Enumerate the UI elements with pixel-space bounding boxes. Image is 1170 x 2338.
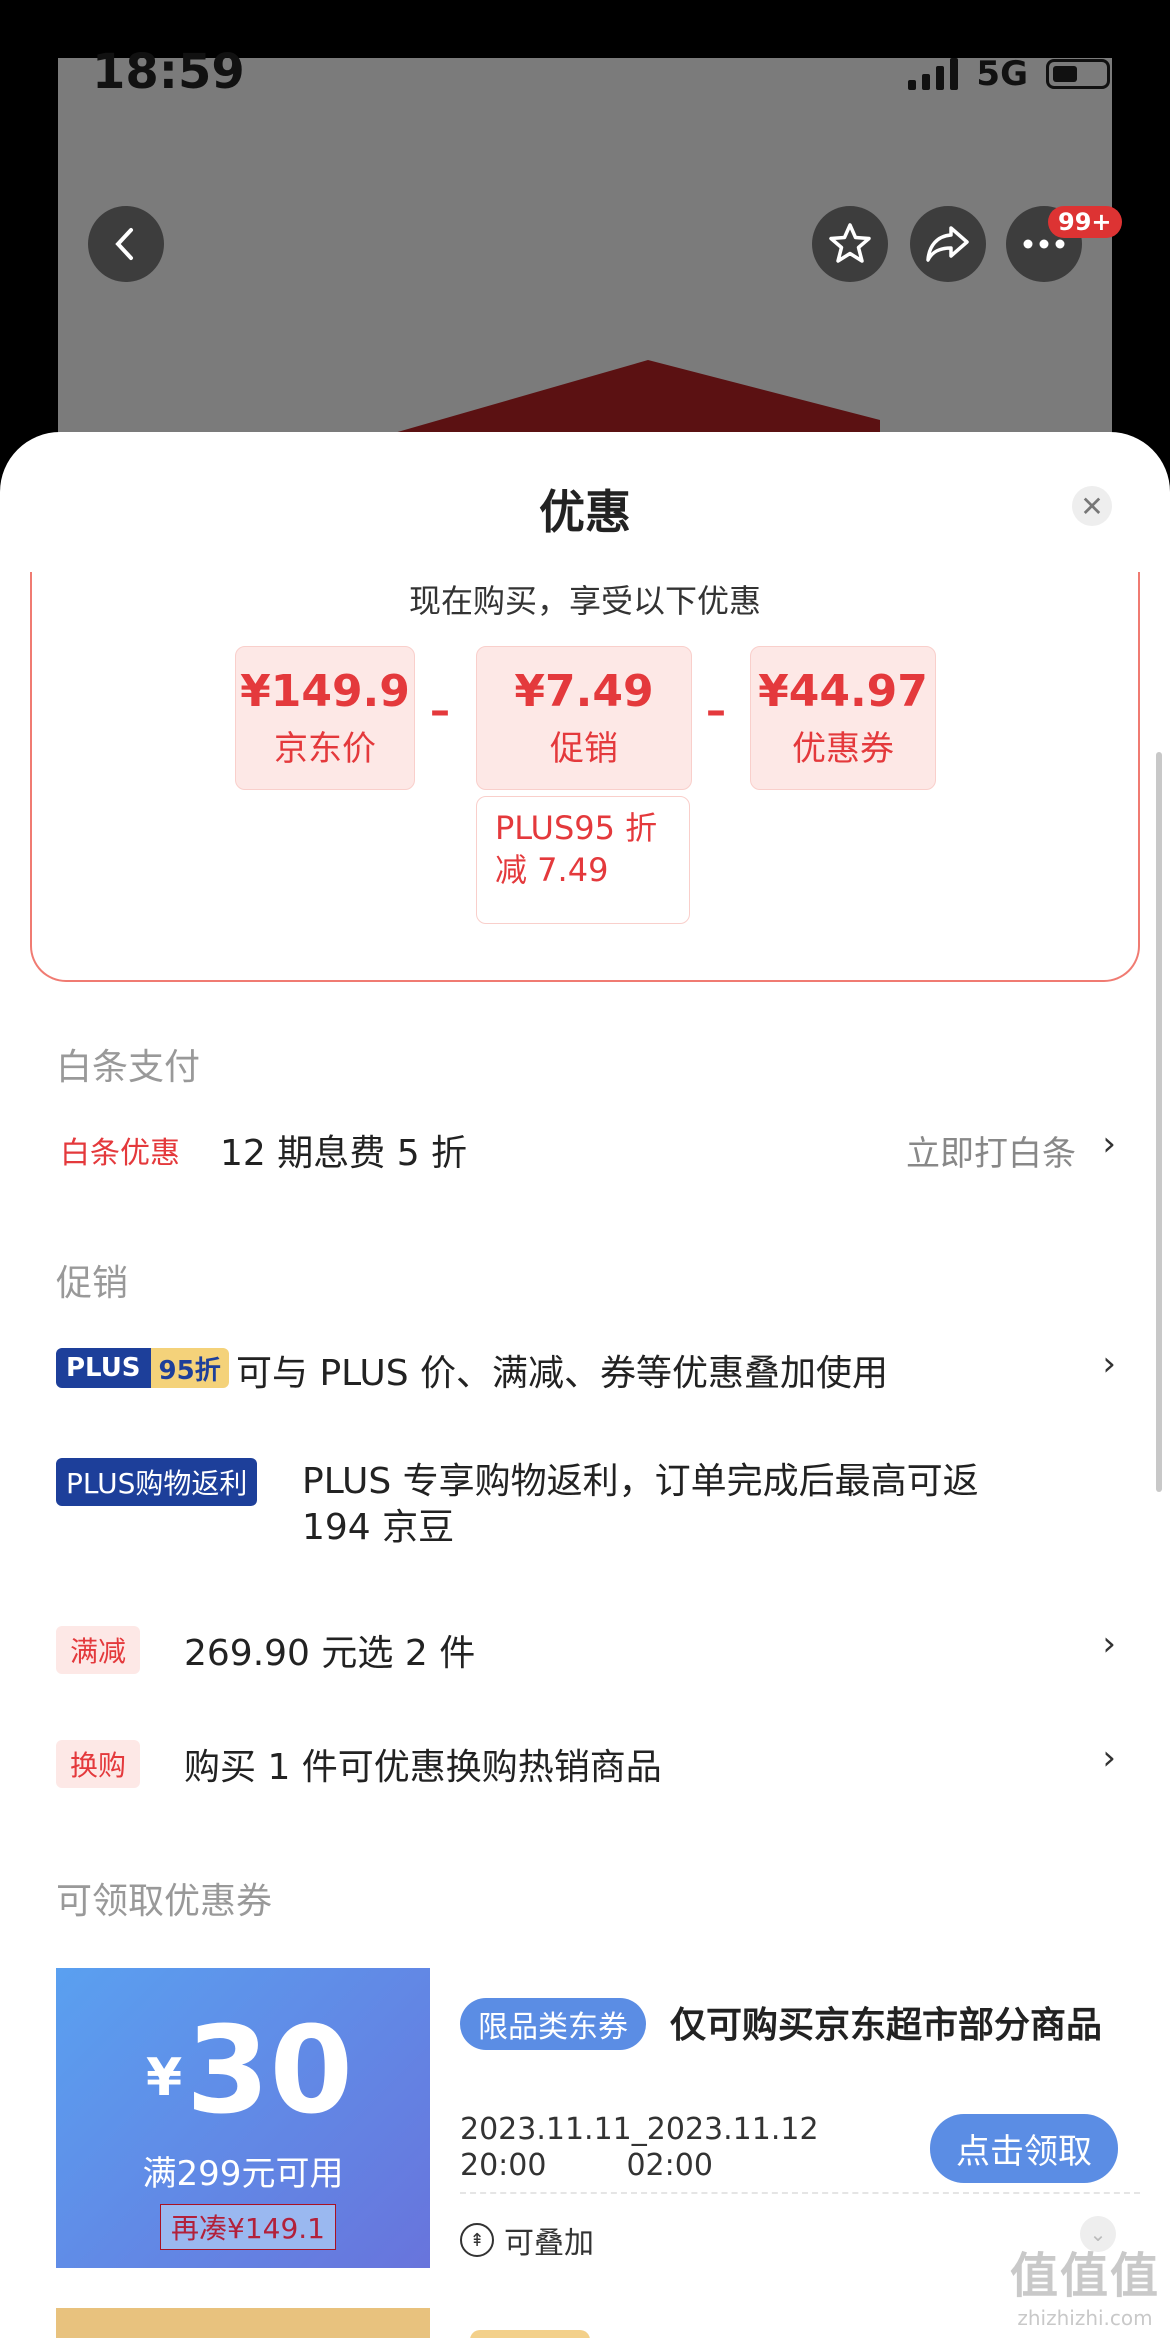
- battery-icon: [1046, 59, 1110, 89]
- chevron-right-icon: ›: [1102, 1124, 1116, 1164]
- promo-row-exchange[interactable]: 换购 购买 1 件可优惠换购热销商品 ›: [56, 1736, 1116, 1796]
- network-type: 5G: [976, 54, 1028, 94]
- minus-sign: –: [706, 688, 726, 734]
- promo-text: 269.90 元选 2 件: [184, 1633, 476, 1674]
- coupon-end-time: 02:00: [626, 2148, 713, 2183]
- signal-icon: [908, 58, 959, 90]
- promo-text-line1: PLUS 专享购物返利，订单完成后最高可返: [302, 1461, 979, 1502]
- watermark-logo: 值值值: [1009, 2248, 1160, 2304]
- coupon-stackable: ⇞ 可叠加: [460, 2218, 594, 2262]
- price-jd-label: 京东价: [274, 729, 376, 769]
- chevron-right-icon: ›: [1102, 1344, 1116, 1384]
- close-icon: ✕: [1080, 489, 1104, 523]
- promo-text: 可与 PLUS 价、满减、券等优惠叠加使用: [236, 1353, 889, 1394]
- coupon-start-time: 20:00: [460, 2148, 547, 2183]
- status-time: 18:59: [92, 44, 245, 100]
- minus-sign: –: [430, 688, 450, 734]
- notification-badge: 99+: [1048, 206, 1122, 238]
- price-promo: ¥7.49 促销: [476, 646, 692, 790]
- favorite-button[interactable]: [812, 206, 888, 282]
- promo-row-full-reduction[interactable]: 满减 269.90 元选 2 件 ›: [56, 1622, 1116, 1682]
- stack-icon: ⇞: [460, 2223, 494, 2257]
- baitiao-row[interactable]: 白条优惠 12 期息费 5 折 立即打白条 ›: [56, 1122, 1116, 1182]
- chevron-left-icon: [115, 228, 133, 260]
- sheet-title: 优惠: [539, 485, 631, 539]
- price-jd-value: ¥149.9: [240, 666, 410, 717]
- share-button[interactable]: [910, 206, 986, 282]
- baitiao-section-title: 白条支付: [56, 1047, 201, 1088]
- exchange-tag: 换购: [56, 1740, 141, 1788]
- promo-text: 购买 1 件可优惠换购热销商品: [184, 1747, 662, 1788]
- coupon-currency: ¥: [146, 2048, 183, 2108]
- claim-coupon-button[interactable]: 点击领取: [930, 2114, 1118, 2183]
- baitiao-action[interactable]: 立即打白条: [906, 1126, 1076, 1175]
- coupon-description: 仅可购买京东超市部分商品: [670, 2005, 1103, 2046]
- coupon-start-date: 2023.11.11: [460, 2112, 632, 2147]
- promo-row-plus-rebate: PLUS购物返利 PLUS 专享购物返利，订单完成后最高可返 194 京豆: [56, 1452, 1116, 1562]
- full-reduction-tag: 满减: [56, 1626, 141, 1674]
- promo-detail-line2: 减 7.49: [495, 851, 609, 889]
- coupon-section-title: 可领取优惠券: [56, 1881, 273, 1922]
- promo-text-line2: 194 京豆: [302, 1507, 455, 1548]
- more-dots-icon: [1023, 239, 1065, 249]
- plus-95-tag: PLUS 95折: [56, 1348, 229, 1388]
- next-coupon-tag-partial: [470, 2330, 590, 2338]
- star-icon: [829, 223, 871, 263]
- watermark-site: zhizhizhi.com: [1017, 2306, 1153, 2330]
- summary-heading: 现在购买，享受以下优惠: [408, 582, 761, 620]
- status-icons: 5G: [908, 54, 1110, 94]
- coupon-validity: 2023.11.11_2023.11.12 20:00 02:00: [460, 2112, 819, 2183]
- coupon-stackable-label: 可叠加: [504, 2226, 594, 2261]
- baitiao-text: 12 期息费 5 折: [220, 1133, 468, 1174]
- baitiao-tag: 白条优惠: [60, 1136, 180, 1171]
- chevron-right-icon: ›: [1102, 1738, 1116, 1778]
- coupon-gap-note: 再凑¥149.1: [160, 2204, 336, 2250]
- price-coupon-label: 优惠券: [792, 729, 894, 769]
- price-promo-label: 促销: [550, 729, 618, 769]
- coupon-divider: [460, 2192, 1140, 2194]
- chevron-right-icon: ›: [1102, 1624, 1116, 1664]
- coupon-info-panel: 限品类东券 仅可购买京东超市部分商品 2023.11.11_2023.11.12…: [430, 1968, 1144, 2268]
- discount-sheet: 优惠 ✕ 现在购买，享受以下优惠 ¥149.9 京东价 – ¥7.49 促销 –…: [0, 432, 1170, 2338]
- promo-row-plus-discount[interactable]: PLUS 95折 可与 PLUS 价、满减、券等优惠叠加使用 ›: [56, 1340, 1116, 1400]
- promo-detail-line1: PLUS95 折: [495, 809, 658, 847]
- watermark: 值值值 zhizhizhi.com: [1010, 2236, 1160, 2330]
- price-coupon-value: ¥44.97: [758, 666, 928, 717]
- share-icon: [926, 226, 969, 262]
- price-coupon: ¥44.97 优惠券: [750, 646, 936, 790]
- scrollbar[interactable]: [1156, 752, 1162, 1492]
- coupon-value-panel: ¥ 30 满299元可用 再凑¥149.1: [56, 1968, 430, 2268]
- price-promo-value: ¥7.49: [514, 666, 654, 717]
- promo-detail: PLUS95 折 减 7.49: [476, 796, 690, 924]
- close-button[interactable]: ✕: [1072, 486, 1112, 526]
- plus-rebate-tag: PLUS购物返利: [56, 1458, 258, 1506]
- coupon-type-tag: 限品类东券: [460, 1998, 646, 2050]
- coupon-end-date: 2023.11.12: [646, 2112, 819, 2147]
- coupon-amount: 30: [186, 2002, 353, 2141]
- next-coupon-partial: [56, 2308, 430, 2338]
- promo-section-title: 促销: [56, 1263, 129, 1304]
- coupon-condition: 满299元可用: [142, 2154, 344, 2194]
- back-button[interactable]: [88, 206, 164, 282]
- price-jd: ¥149.9 京东价: [235, 646, 415, 790]
